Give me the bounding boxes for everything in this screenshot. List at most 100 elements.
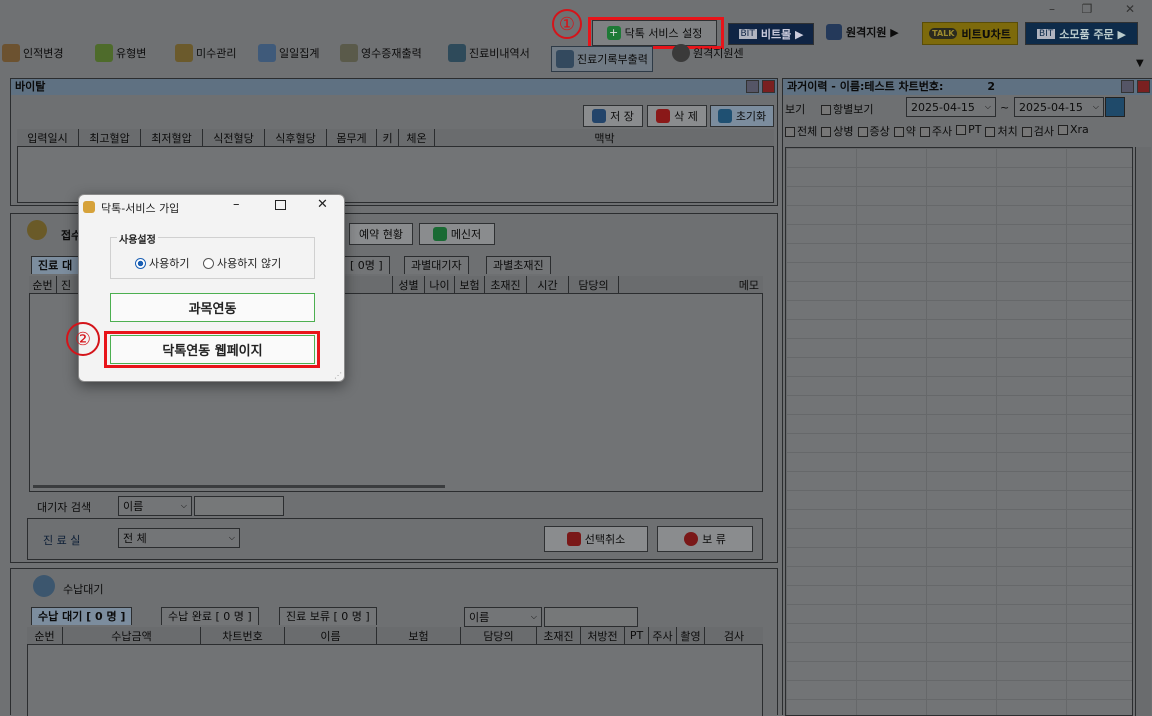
vital-title: 바이탈 bbox=[11, 79, 777, 95]
toolbar-overflow-icon[interactable]: ▼ bbox=[1136, 58, 1144, 69]
history-view-label: 보기 bbox=[785, 103, 806, 116]
step-marker-1: ① bbox=[552, 9, 582, 39]
payment-w-icon bbox=[33, 575, 55, 597]
checkbox-box bbox=[985, 127, 996, 137]
tab-count[interactable]: [ 0명 ] bbox=[343, 256, 390, 274]
tab-payment-waiting[interactable]: 수납 대기 [ 0 명 ] bbox=[31, 607, 133, 625]
history-title-label: 과거이력 - 이름:테스트 차트번호: bbox=[787, 80, 944, 93]
receipt-icon bbox=[340, 44, 358, 62]
toolbar-medical-fee[interactable]: 진료비내역서 bbox=[448, 44, 530, 62]
filter-treatment-checkbox[interactable]: 처치 bbox=[985, 123, 1018, 139]
filter-drug-checkbox[interactable]: 약 bbox=[893, 123, 916, 139]
vital-save-button[interactable]: 저 장 bbox=[583, 105, 643, 127]
col-header: 초재진 bbox=[537, 627, 581, 644]
date-tilde: ~ bbox=[1000, 101, 1010, 114]
col-header: 초재진 bbox=[485, 276, 527, 293]
history-search-icon[interactable] bbox=[1105, 97, 1125, 117]
chevron-down-icon: ⌵ bbox=[1092, 102, 1099, 111]
col-header: 시간 bbox=[527, 276, 569, 293]
payment-title: 수납대기 bbox=[63, 583, 104, 596]
reservation-status-button[interactable]: 예약 현황 bbox=[349, 223, 413, 245]
checkbox-box bbox=[821, 127, 832, 137]
resize-grip-icon[interactable]: ⋰ bbox=[334, 371, 342, 380]
col-header: 차트번호 bbox=[201, 627, 285, 644]
payment-search-input[interactable] bbox=[544, 607, 638, 627]
payment-table-body[interactable] bbox=[27, 645, 763, 716]
subject-link-label: 과목연동 bbox=[188, 302, 237, 317]
dialog-close-button[interactable]: ✕ bbox=[317, 197, 328, 212]
vital-delete-button[interactable]: 삭 제 bbox=[647, 105, 707, 127]
window-minimize-button[interactable]: – bbox=[1042, 2, 1062, 16]
room-select[interactable]: 전 체 ⌵ bbox=[118, 528, 240, 548]
messenger-label: 메신저 bbox=[450, 228, 482, 241]
toolbar-personal-change[interactable]: 인적변경 bbox=[2, 44, 63, 62]
checkbox-box bbox=[1057, 125, 1068, 135]
tab-treatment-waiting[interactable]: 진료 대 bbox=[31, 256, 80, 274]
bit-logo-icon-2: BIT bbox=[1036, 28, 1056, 39]
vital-save-label: 저 장 bbox=[610, 110, 634, 123]
room-select-value: 전 체 bbox=[123, 532, 147, 545]
filter-symptom-checkbox[interactable]: 증상 bbox=[857, 123, 890, 139]
hold-button[interactable]: 보 류 bbox=[657, 526, 753, 552]
radio-unselected-icon bbox=[203, 257, 214, 269]
history-close-icon[interactable] bbox=[1137, 80, 1150, 93]
checkbox-box bbox=[956, 125, 967, 135]
panel-pin-icon[interactable] bbox=[746, 80, 759, 93]
tab-payment-done[interactable]: 수납 완료 [ 0 명 ] bbox=[161, 607, 259, 625]
vital-panel: 바이탈 저 장 삭 제 초기화 입력일시 최고혈압 최저혈압 식전혈당 식후혈당… bbox=[10, 78, 778, 206]
cancel-x-icon bbox=[566, 532, 581, 546]
history-grid[interactable] bbox=[785, 147, 1133, 716]
per-item-view-checkbox[interactable]: 항별보기 bbox=[821, 101, 873, 117]
tab-dept-waiting[interactable]: 과별대기자 bbox=[404, 256, 469, 274]
use-radio[interactable]: 사용하기 bbox=[135, 255, 189, 271]
filter-exam-checkbox[interactable]: 검사 bbox=[1021, 123, 1054, 139]
filter-label: 상병 bbox=[833, 125, 854, 138]
date-from-select[interactable]: 2025-04-15 ⌵ bbox=[906, 97, 996, 117]
pencil-icon bbox=[175, 44, 193, 62]
toolbar-daily-total[interactable]: 일일집계 bbox=[258, 44, 319, 62]
toolbar-unpaid[interactable]: 미수관리 bbox=[175, 44, 236, 62]
filter-label: 주사 bbox=[931, 125, 953, 138]
bit-logo-icon: BIT bbox=[738, 29, 757, 39]
window-restore-button[interactable]: ❐ bbox=[1077, 2, 1097, 16]
date-to-select[interactable]: 2025-04-15 ⌵ bbox=[1014, 97, 1104, 117]
remote-support-button[interactable]: 원격지원 ▶ bbox=[826, 24, 899, 40]
history-pin-icon[interactable] bbox=[1121, 80, 1134, 93]
tab-treatment-hold[interactable]: 진료 보류 [ 0 명 ] bbox=[279, 607, 377, 625]
checkbox-box bbox=[821, 105, 831, 115]
magnifier-icon bbox=[448, 44, 466, 62]
messenger-button[interactable]: 메신저 bbox=[419, 223, 495, 245]
tab-dept-visit[interactable]: 과별초재진 bbox=[486, 256, 551, 274]
reservation-status-label: 예약 현황 bbox=[359, 228, 403, 241]
toolbar-record-print[interactable]: 진료기록부출력 bbox=[551, 46, 653, 72]
payment-search-select[interactable]: 이름 ⌵ bbox=[464, 607, 542, 627]
chevron-down-icon: ⌵ bbox=[984, 102, 991, 111]
toolbar-receipt-reprint[interactable]: 영수증재출력 bbox=[340, 44, 422, 62]
waiting-search-select[interactable]: 이름 ⌵ bbox=[118, 496, 192, 516]
shop-order-button[interactable]: BIT 소모품 주문 ▶ bbox=[1025, 22, 1138, 45]
waiting-search-input[interactable] bbox=[194, 496, 284, 516]
filter-injection-checkbox[interactable]: 주사 bbox=[919, 123, 953, 139]
col-header: 성별 bbox=[393, 276, 425, 293]
filter-all-checkbox[interactable]: 전체 bbox=[785, 123, 817, 139]
toolbar-label: 진료기록부출력 bbox=[577, 53, 648, 66]
not-use-radio[interactable]: 사용하지 않기 bbox=[203, 255, 281, 271]
toolbar-remote-center[interactable]: 원격지원센 bbox=[672, 44, 744, 62]
filter-xray-checkbox[interactable]: Xra bbox=[1057, 123, 1089, 139]
reception-scrollbar[interactable] bbox=[33, 485, 445, 488]
bitmall-button[interactable]: BIT 비트몰 ▶ bbox=[728, 23, 814, 45]
bitu-chart-button[interactable]: TALK 비트U차트 bbox=[922, 22, 1018, 45]
dialog-maximize-button[interactable] bbox=[275, 200, 286, 210]
toolbar-type-change[interactable]: 유형변 bbox=[95, 44, 146, 62]
filter-pt-checkbox[interactable]: PT bbox=[956, 123, 981, 139]
vital-reset-button[interactable]: 초기화 bbox=[710, 105, 774, 127]
subject-link-button[interactable]: 과목연동 bbox=[110, 293, 315, 322]
history-scrollbar[interactable] bbox=[1135, 147, 1151, 716]
cancel-selection-button[interactable]: 선택취소 bbox=[544, 526, 648, 552]
dialog-minimize-button[interactable]: – bbox=[233, 197, 240, 212]
window-close-button[interactable]: ✕ bbox=[1120, 2, 1140, 16]
filter-disease-checkbox[interactable]: 상병 bbox=[821, 123, 854, 139]
panel-close-icon[interactable] bbox=[762, 80, 775, 93]
broadcast-icon bbox=[672, 44, 690, 62]
chevron-down-icon: ⌵ bbox=[530, 612, 537, 621]
